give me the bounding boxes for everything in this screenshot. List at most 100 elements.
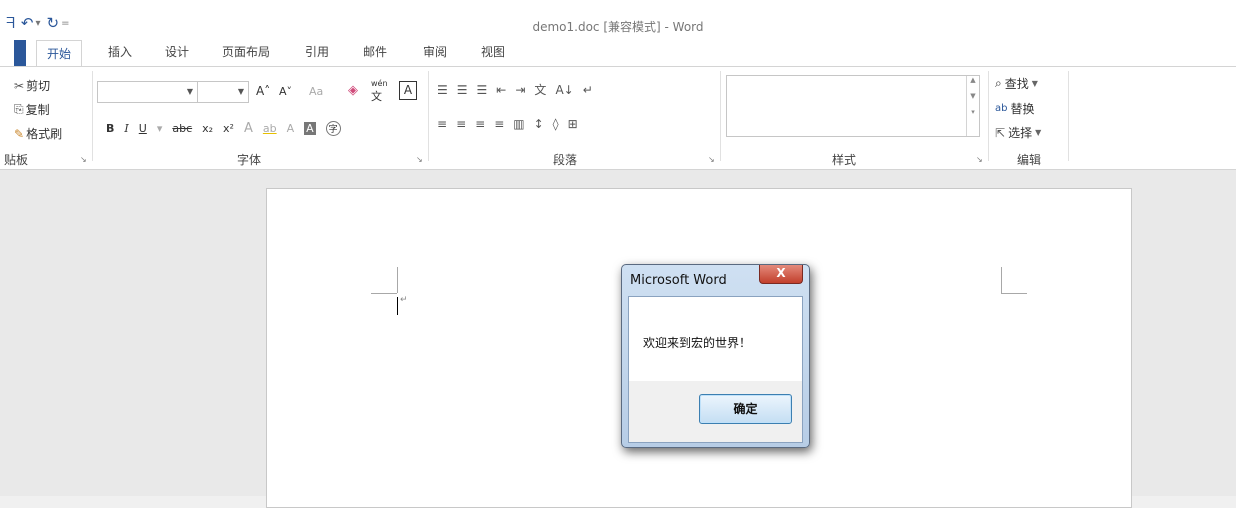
clear-format-icon[interactable]: ◈ [348,83,358,98]
change-case-icon[interactable]: Aa [309,85,323,98]
tab-insert[interactable]: 插入 [108,43,132,60]
superscript-button[interactable]: x² [223,122,234,135]
strikethrough-button[interactable]: abc [172,122,192,135]
font-color-icon[interactable]: A [287,122,295,135]
binoculars-icon: ⌕ [995,76,1002,90]
message-area: 欢迎来到宏的世界！ [629,297,802,381]
char-shading-icon[interactable]: A [304,122,316,135]
tab-review[interactable]: 审阅 [423,43,447,60]
decrease-indent-icon[interactable]: ⇤ [496,83,506,97]
divider [1068,71,1069,161]
bold-button[interactable]: B [106,122,114,135]
numbering-icon[interactable]: ☰ [457,83,468,97]
editing-group-label: 编辑 [1017,153,1042,167]
message-dialog: Microsoft Word X 欢迎来到宏的世界！ 确定 [621,264,810,448]
bullets-icon[interactable]: ☰ [437,83,448,97]
chevron-down-icon[interactable]: ▾ [157,122,163,135]
select-label: 选择 [1008,126,1033,140]
highlight-icon[interactable]: ab [263,122,277,135]
select-button[interactable]: ⇱ 选择 ▼ [995,124,1041,141]
multilevel-list-icon[interactable]: ☰ [477,83,488,97]
font-group-label: 字体 [237,153,262,167]
paragraph-group-label: 段落 [553,153,578,167]
copy-button[interactable]: ⎘ 复制 [14,101,50,118]
underline-button[interactable]: U [139,122,147,135]
cut-label: 剪切 [26,79,51,93]
text-effects-icon[interactable]: A [244,121,253,136]
shrink-font-icon[interactable]: A˅ [279,85,292,98]
title-bar: ᖷ ↶ ▾ ↻ = demo1.doc [兼容模式] - Word [0,0,1236,38]
divider [428,71,429,161]
find-label: 查找 [1004,77,1029,91]
divider [720,71,721,161]
justify-icon[interactable]: ≡ [494,117,504,131]
chevron-down-icon: ▼ [186,87,193,96]
pinyin-guide-icon[interactable]: wén 文 [371,79,388,104]
crop-mark-right-v [1001,267,1002,293]
enclose-char-icon[interactable]: 字 [325,121,341,136]
sort-icon[interactable]: A↓ [555,83,573,97]
crop-mark-left-v [397,267,398,293]
tab-design[interactable]: 设计 [165,43,189,60]
cursor-icon: ⇱ [995,125,1006,140]
divider [988,71,989,161]
replace-label: 替换 [1010,102,1035,116]
copy-icon: ⎘ [14,102,24,116]
ribbon-tabs: 开始 插入 设计 页面布局 引用 邮件 审阅 视图 [0,38,1236,67]
clipboard-launcher-icon[interactable]: ↘ [80,155,87,164]
styles-gallery[interactable]: ▲ ▼ ▾ [726,75,980,137]
replace-button[interactable]: ab 替换 [995,100,1035,117]
find-button[interactable]: ⌕ 查找 ▼ [995,75,1038,92]
cut-button[interactable]: ✂ 剪切 [14,77,50,94]
borders-icon[interactable]: ⊞ [568,117,578,131]
increase-indent-icon[interactable]: ⇥ [515,83,525,97]
italic-button[interactable]: I [124,122,128,135]
align-right-icon[interactable]: ≡ [475,117,485,131]
ok-button[interactable]: 确定 [699,394,792,424]
pinyin-char: 文 [371,90,382,103]
format-painter-label: 格式刷 [26,127,63,141]
styles-scrollbar[interactable]: ▲ ▼ ▾ [966,76,979,136]
tab-mailings[interactable]: 邮件 [363,43,387,60]
pinyin-text: wén [371,79,388,88]
font-launcher-icon[interactable]: ↘ [416,155,423,164]
line-spacing-icon[interactable]: ↕ [534,117,544,131]
format-painter-button[interactable]: ✎ 格式刷 [14,125,62,142]
paragraph-row-2: ≡ ≡ ≡ ≡ ▥ ↕ ◊ ⊞ [437,117,578,131]
tab-view[interactable]: 视图 [481,43,505,60]
styles-launcher-icon[interactable]: ↘ [976,155,983,164]
chevron-down-icon: ▼ [237,87,244,96]
close-button[interactable]: X [759,265,803,284]
divider [92,71,93,161]
tab-home[interactable]: 开始 [36,40,83,66]
font-format-row: B I U ▾ abc x₂ x² A ab A A 字 [106,121,341,136]
subscript-button[interactable]: x₂ [202,122,213,135]
grow-font-icon[interactable]: A˄ [256,84,270,98]
copy-label: 复制 [25,103,50,117]
show-marks-icon[interactable]: ↵ [583,83,593,97]
window-title: demo1.doc [兼容模式] - Word [532,20,704,34]
replace-icon: ab [995,103,1008,114]
file-tab[interactable] [14,40,26,66]
shading-icon[interactable]: ◊ [553,117,559,131]
chevron-down-icon: ▼ [1031,79,1038,88]
char-border-icon[interactable]: A [399,81,417,100]
align-left-icon[interactable]: ≡ [437,117,447,131]
font-size-combo[interactable]: ▼ [197,81,249,103]
brush-icon: ✎ [14,126,25,141]
dialog-title: Microsoft Word [630,273,727,288]
chevron-down-icon: ▼ [1035,128,1042,137]
tab-references[interactable]: 引用 [305,43,329,60]
paragraph-row-1: ☰ ☰ ☰ ⇤ ⇥ 文 A↓ ↵ [437,81,593,98]
distributed-icon[interactable]: ▥ [513,117,524,131]
dialog-body: 欢迎来到宏的世界！ 确定 [628,296,803,443]
paragraph-launcher-icon[interactable]: ↘ [708,155,715,164]
tab-layout[interactable]: 页面布局 [222,43,270,60]
paragraph-mark-icon: ↵ [400,295,408,305]
align-center-icon[interactable]: ≡ [456,117,466,131]
clipboard-group-label: 贴板 [4,153,29,167]
crop-mark-left-h [371,293,397,294]
chinese-layout-icon[interactable]: 文 [534,81,546,98]
text-cursor [397,297,398,315]
font-name-combo[interactable]: ▼ [97,81,198,103]
